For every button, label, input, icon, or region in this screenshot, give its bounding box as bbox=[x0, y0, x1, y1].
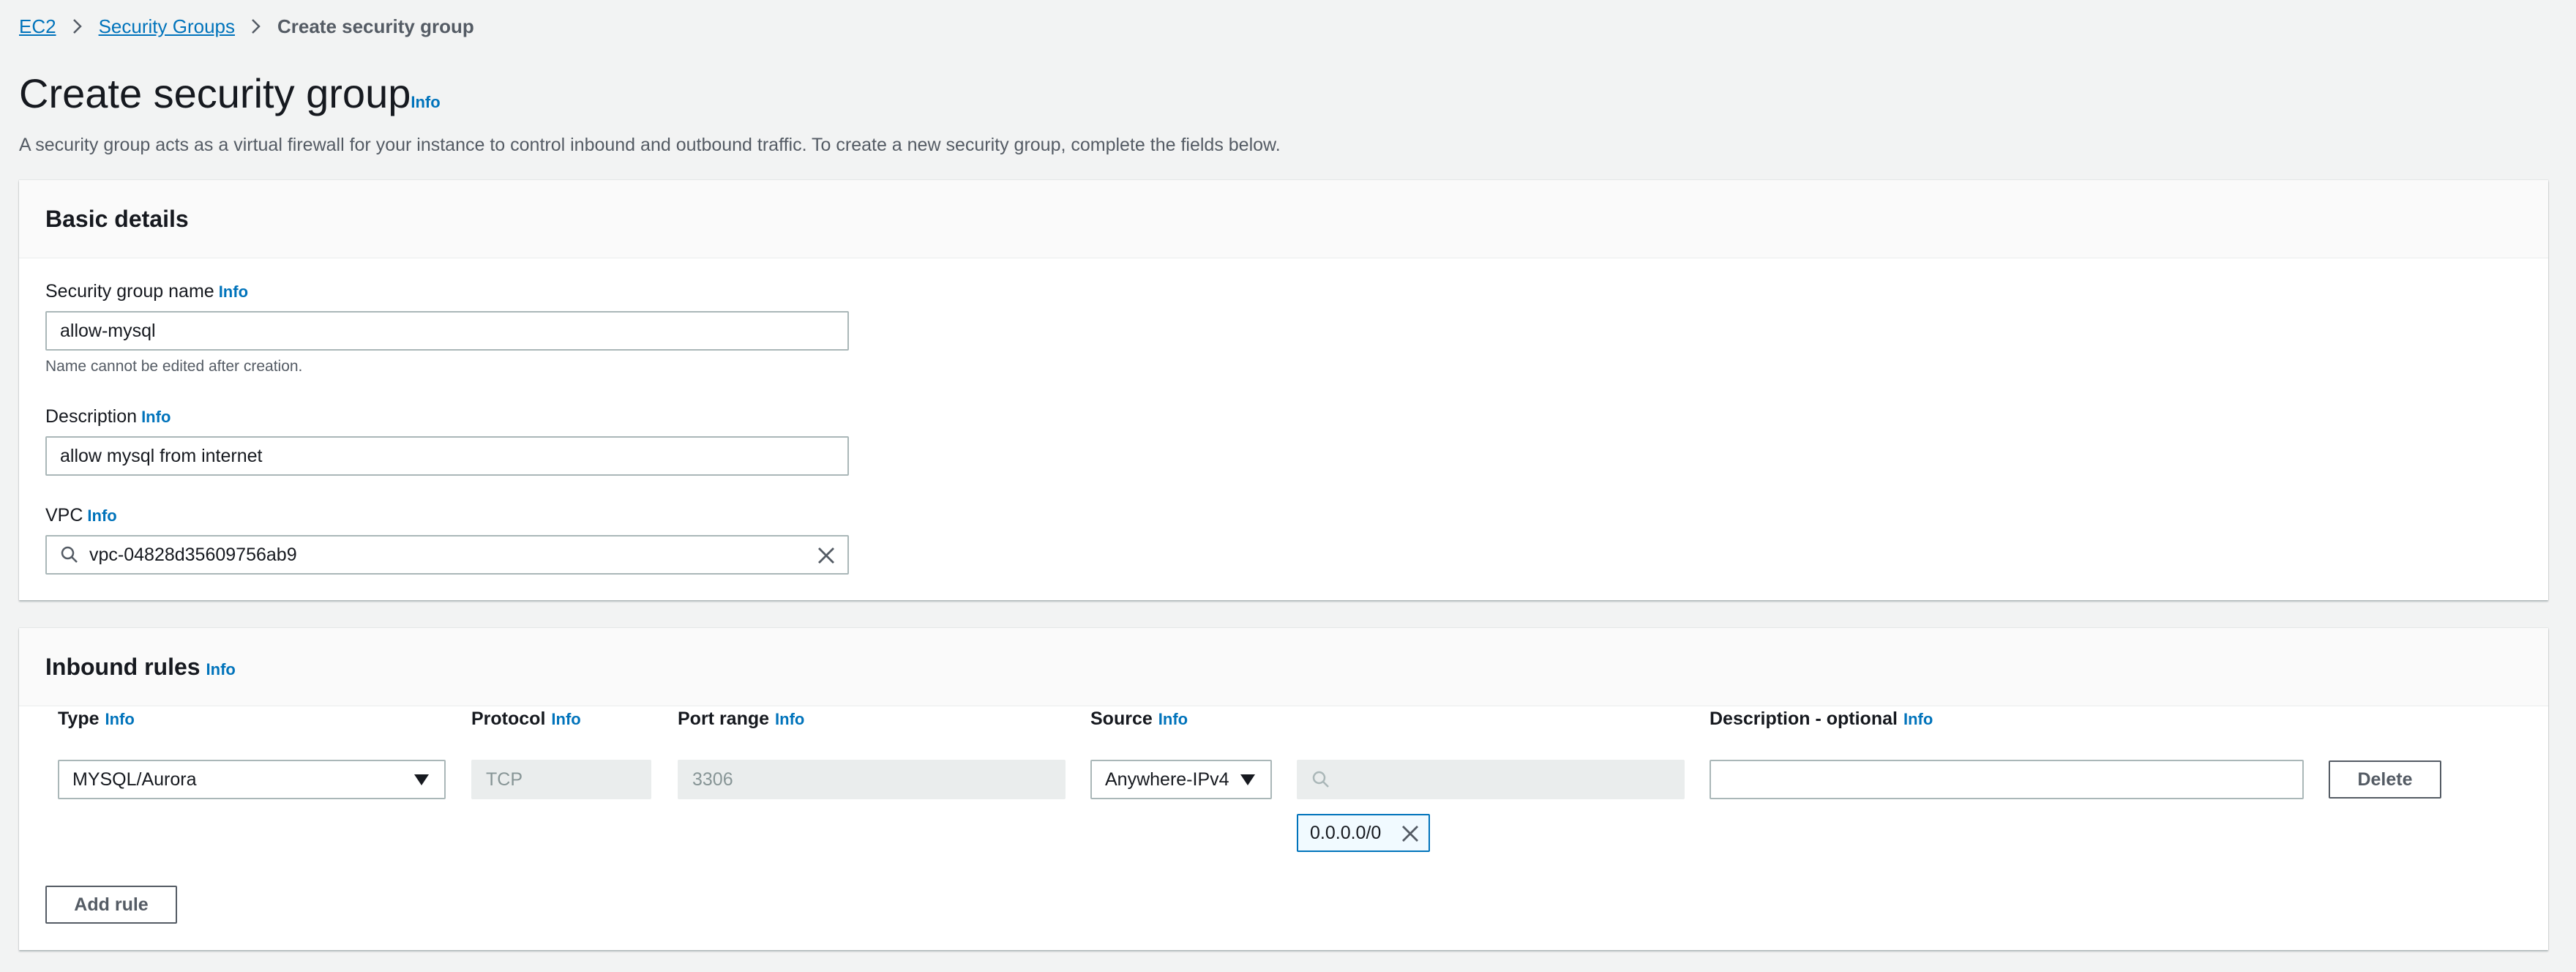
security-group-name-field: Security group name Info allow-mysql Name… bbox=[45, 280, 849, 375]
source-cidr-value: 0.0.0.0/0 bbox=[1310, 822, 1382, 843]
breadcrumb: EC2 Security Groups Create security grou… bbox=[19, 13, 474, 40]
clear-icon[interactable] bbox=[817, 546, 836, 565]
description-label-text: Description bbox=[45, 406, 138, 427]
port-range-info-link[interactable]: Info bbox=[775, 710, 804, 728]
column-header-source-text: Source bbox=[1090, 709, 1153, 729]
rule-description-input[interactable] bbox=[1710, 760, 2304, 799]
basic-details-header: Basic details bbox=[19, 180, 2548, 258]
inbound-rules-header: Inbound rules Info bbox=[19, 628, 2548, 706]
type-info-link[interactable]: Info bbox=[105, 710, 135, 728]
security-group-name-hint: Name cannot be edited after creation. bbox=[45, 358, 303, 375]
type-select[interactable]: MYSQL/Aurora bbox=[58, 760, 446, 799]
column-header-description: Description - optional Info bbox=[1710, 709, 1933, 730]
chevron-right-icon bbox=[72, 18, 83, 34]
source-type-value: Anywhere-IPv4 bbox=[1105, 769, 1229, 790]
column-header-port-range-text: Port range bbox=[678, 709, 770, 729]
security-group-name-input[interactable]: allow-mysql bbox=[45, 311, 849, 351]
vpc-label: VPC Info bbox=[45, 504, 849, 528]
delete-rule-button[interactable]: Delete bbox=[2329, 760, 2441, 799]
chevron-right-icon bbox=[251, 18, 261, 34]
add-rule-button[interactable]: Add rule bbox=[45, 886, 177, 924]
source-search-input[interactable] bbox=[1297, 760, 1685, 799]
description-field: Description Info allow mysql from interne… bbox=[45, 405, 849, 476]
description-info-link[interactable]: Info bbox=[141, 408, 171, 426]
description-label: Description Info bbox=[45, 405, 849, 429]
column-header-source: Source Info bbox=[1090, 709, 1188, 730]
vpc-value: vpc-04828d35609756ab9 bbox=[89, 544, 297, 565]
breadcrumb-link-ec2[interactable]: EC2 bbox=[19, 15, 56, 38]
protocol-field: TCP bbox=[471, 760, 651, 799]
column-header-type-text: Type bbox=[58, 709, 100, 729]
port-range-field: 3306 bbox=[678, 760, 1066, 799]
source-type-select[interactable]: Anywhere-IPv4 bbox=[1090, 760, 1272, 799]
caret-down-icon bbox=[1240, 774, 1256, 787]
inbound-rules-panel: Inbound rules Info Type Info Protocol Info … bbox=[19, 628, 2548, 950]
type-value: MYSQL/Aurora bbox=[72, 769, 197, 790]
basic-details-panel: Basic details Security group name Info al… bbox=[19, 180, 2548, 600]
breadcrumb-link-security-groups[interactable]: Security Groups bbox=[99, 15, 235, 38]
page-title-text: Create security group bbox=[19, 70, 411, 116]
caret-down-icon bbox=[413, 774, 430, 787]
security-group-name-label-text: Security group name bbox=[45, 281, 214, 302]
column-header-description-text: Description - optional bbox=[1710, 709, 1898, 729]
description-column-info-link[interactable]: Info bbox=[1903, 710, 1933, 728]
vpc-info-link[interactable]: Info bbox=[87, 506, 116, 525]
column-header-protocol-text: Protocol bbox=[471, 709, 546, 729]
vpc-select[interactable]: vpc-04828d35609756ab9 bbox=[45, 535, 849, 575]
page-title: Create security groupInfo bbox=[19, 70, 441, 126]
inbound-rules-info-link[interactable]: Info bbox=[206, 660, 236, 678]
security-group-name-info-link[interactable]: Info bbox=[219, 283, 248, 301]
search-icon bbox=[1311, 770, 1330, 789]
source-cidr-token: 0.0.0.0/0 bbox=[1297, 814, 1430, 852]
breadcrumb-current: Create security group bbox=[277, 15, 474, 37]
protocol-info-link[interactable]: Info bbox=[551, 710, 580, 728]
search-icon bbox=[60, 545, 79, 564]
vpc-label-text: VPC bbox=[45, 505, 83, 526]
column-header-type: Type Info bbox=[58, 709, 135, 730]
vpc-field: VPC Info vpc-04828d35609756ab9 bbox=[45, 504, 849, 575]
column-header-protocol: Protocol Info bbox=[471, 709, 581, 730]
inbound-rules-title-text: Inbound rules bbox=[45, 653, 201, 680]
page-title-info-link[interactable]: Info bbox=[411, 93, 440, 111]
page-description: A security group acts as a virtual firew… bbox=[19, 135, 1281, 155]
remove-token-icon[interactable] bbox=[1401, 824, 1420, 843]
inbound-rules-title: Inbound rules Info bbox=[45, 654, 236, 681]
security-group-name-label: Security group name Info bbox=[45, 280, 849, 304]
source-info-link[interactable]: Info bbox=[1158, 710, 1188, 728]
basic-details-title: Basic details bbox=[45, 205, 189, 232]
description-input[interactable]: allow mysql from internet bbox=[45, 436, 849, 476]
column-header-port-range: Port range Info bbox=[678, 709, 804, 730]
